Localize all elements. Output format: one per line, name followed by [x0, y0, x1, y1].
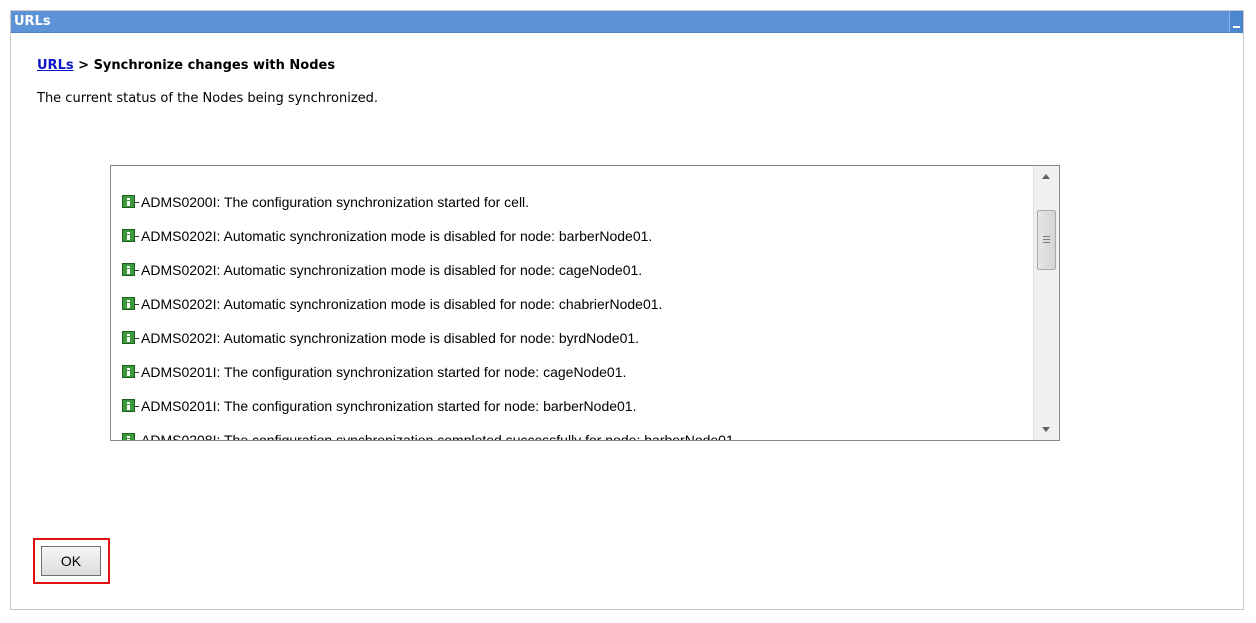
breadcrumb: URLs > Synchronize changes with Nodes: [37, 58, 335, 73]
panel-title: URLs: [14, 14, 51, 29]
page-description: The current status of the Nodes being sy…: [37, 91, 379, 106]
message-text: ADMS0202I: Automatic synchronization mod…: [141, 330, 640, 346]
sync-status-messages[interactable]: ADMS0200I: The configuration synchroniza…: [110, 165, 1060, 441]
minimize-icon: [1233, 26, 1240, 28]
breadcrumb-separator: >: [78, 58, 90, 73]
breadcrumb-current: Synchronize changes with Nodes: [93, 58, 336, 73]
minimize-button[interactable]: [1229, 11, 1243, 32]
message-text: ADMS0201I: The configuration synchroniza…: [141, 364, 627, 380]
message-list: ADMS0200I: The configuration synchroniza…: [122, 193, 1022, 441]
info-icon: [122, 331, 139, 344]
arrow-up-icon: [1042, 174, 1050, 179]
grip-line: [1043, 236, 1050, 237]
scroll-down-button[interactable]: [1034, 420, 1059, 440]
message-text: ADMS0202I: Automatic synchronization mod…: [141, 228, 653, 244]
message-item: ADMS0201I: The configuration synchroniza…: [122, 397, 1022, 431]
message-item: ADMS0202I: Automatic synchronization mod…: [122, 227, 1022, 261]
info-icon: [122, 263, 139, 276]
arrow-down-icon: [1042, 427, 1050, 432]
message-text: ADMS0201I: The configuration synchroniza…: [141, 398, 637, 414]
message-item: ADMS0202I: Automatic synchronization mod…: [122, 295, 1022, 329]
info-icon: [122, 365, 139, 378]
message-item: ADMS0202I: Automatic synchronization mod…: [122, 329, 1022, 363]
message-text: ADMS0202I: Automatic synchronization mod…: [141, 262, 643, 278]
panel-titlebar: URLs: [11, 11, 1243, 33]
message-text: ADMS0202I: Automatic synchronization mod…: [141, 296, 663, 312]
breadcrumb-link-urls[interactable]: URLs: [37, 58, 74, 73]
message-item: ADMS0202I: Automatic synchronization mod…: [122, 261, 1022, 295]
vertical-scrollbar[interactable]: [1033, 166, 1059, 440]
message-item: ADMS0208I: The configuration synchroniza…: [122, 431, 1022, 441]
scroll-thumb[interactable]: [1037, 210, 1056, 270]
scroll-up-button[interactable]: [1034, 166, 1059, 186]
info-icon: [122, 229, 139, 242]
message-text: ADMS0208I: The configuration synchroniza…: [141, 432, 738, 441]
message-item: ADMS0200I: The configuration synchroniza…: [122, 193, 1022, 227]
grip-line: [1043, 242, 1050, 243]
message-item: ADMS0201I: The configuration synchroniza…: [122, 363, 1022, 397]
message-text: ADMS0200I: The configuration synchroniza…: [141, 194, 530, 210]
info-icon: [122, 297, 139, 310]
info-icon: [122, 195, 139, 208]
info-icon: [122, 399, 139, 412]
info-icon: [122, 433, 135, 440]
grip-line: [1043, 239, 1050, 240]
ok-button[interactable]: OK: [41, 546, 101, 576]
